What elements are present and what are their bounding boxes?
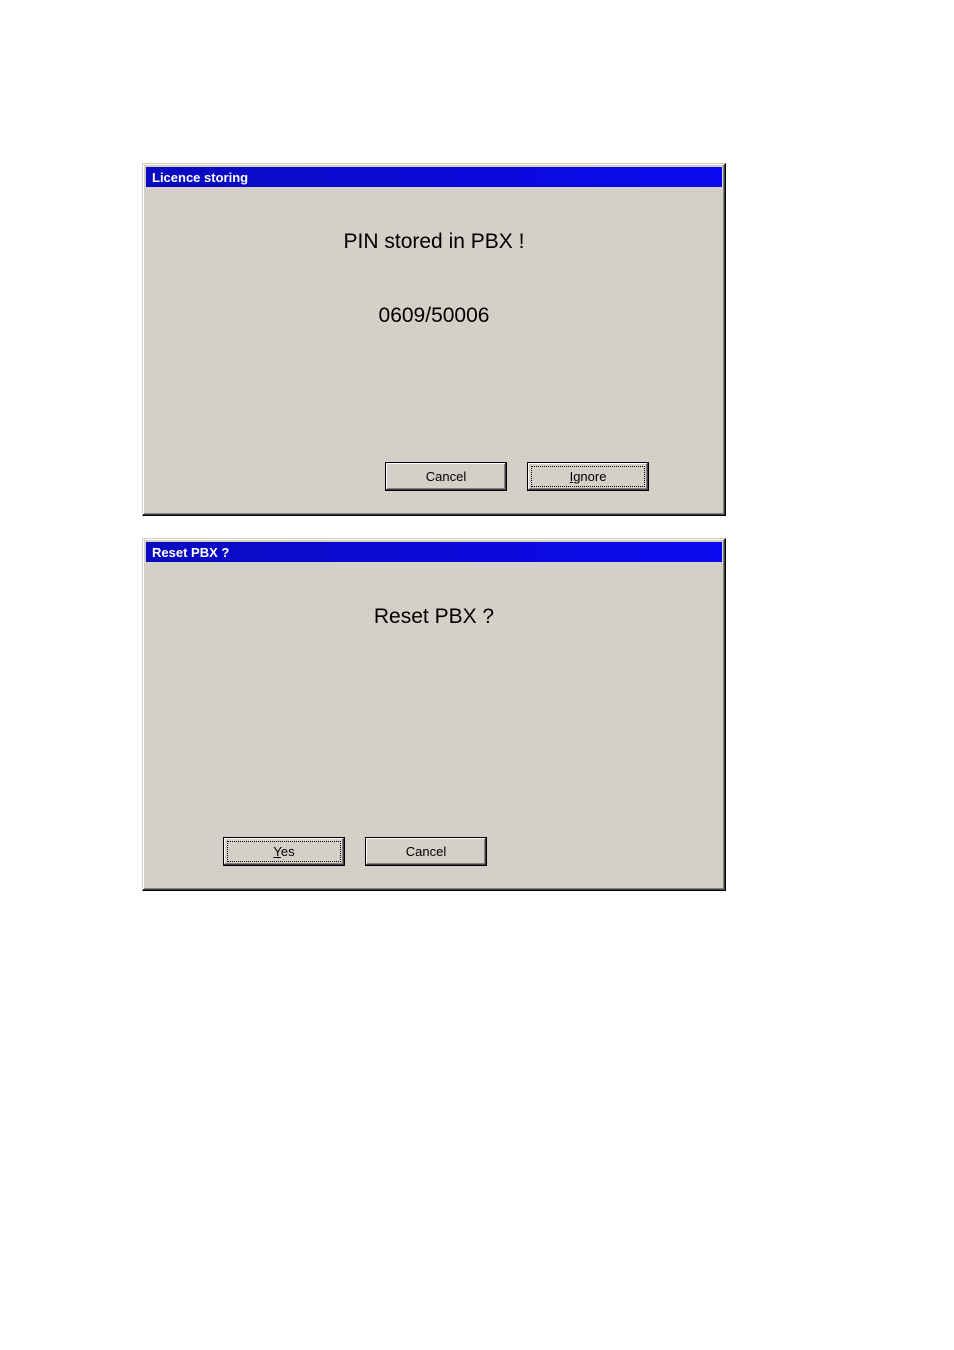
cancel-button[interactable]: Cancel bbox=[385, 462, 507, 491]
ignore-button[interactable]: Ignore bbox=[527, 462, 649, 491]
button-label: Yes bbox=[273, 844, 294, 859]
dialog-message-line1: Reset PBX ? bbox=[143, 605, 725, 629]
dialog-titlebar: Reset PBX ? bbox=[146, 542, 722, 562]
yes-button[interactable]: Yes bbox=[223, 837, 345, 866]
button-label: Cancel bbox=[406, 844, 446, 859]
button-label: Ignore bbox=[570, 469, 607, 484]
reset-pbx-dialog: Reset PBX ? Reset PBX ? Yes Cancel bbox=[142, 538, 726, 891]
button-label: Cancel bbox=[426, 469, 466, 484]
cancel-button[interactable]: Cancel bbox=[365, 837, 487, 866]
dialog-message-line2: 0609/50006 bbox=[143, 304, 725, 328]
dialog-message-line1: PIN stored in PBX ! bbox=[143, 230, 725, 254]
dialog-titlebar: Licence storing bbox=[146, 167, 722, 187]
dialog-title: Reset PBX ? bbox=[152, 545, 229, 560]
licence-storing-dialog: Licence storing PIN stored in PBX ! 0609… bbox=[142, 163, 726, 516]
dialog-title: Licence storing bbox=[152, 170, 248, 185]
